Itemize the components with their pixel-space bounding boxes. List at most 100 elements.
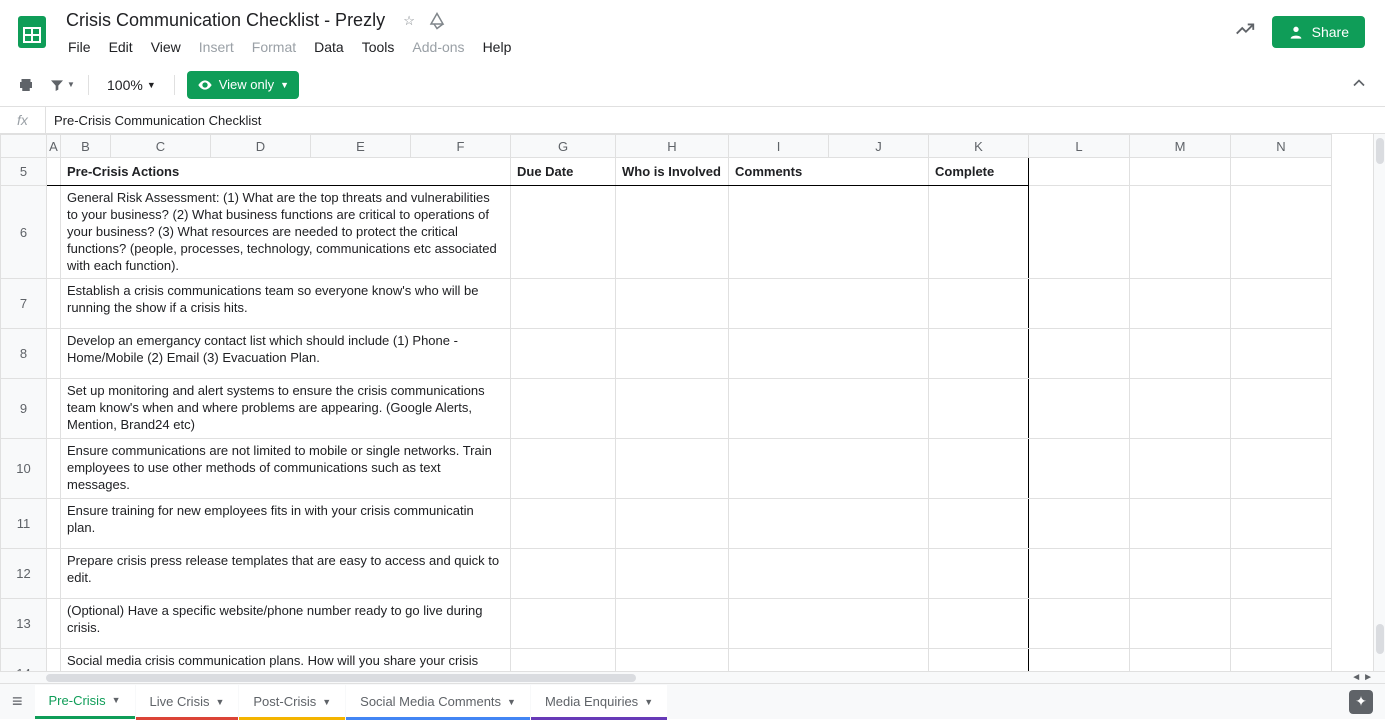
menu-insert[interactable]: Insert	[191, 35, 242, 59]
col-header-G[interactable]: G	[511, 135, 616, 158]
cell-comments[interactable]	[729, 598, 929, 648]
document-title[interactable]: Crisis Communication Checklist - Prezly	[60, 8, 391, 33]
cell-due-date[interactable]	[511, 186, 616, 279]
cell-action[interactable]: Establish a crisis communications team s…	[61, 279, 511, 329]
menu-file[interactable]: File	[60, 35, 99, 59]
filter-icon[interactable]: ▼	[48, 71, 76, 99]
vertical-scrollbar[interactable]	[1373, 134, 1385, 671]
cell-due-date[interactable]	[511, 548, 616, 598]
cell-complete[interactable]	[929, 186, 1029, 279]
header-comments[interactable]: Comments	[729, 158, 929, 186]
row-header[interactable]: 14	[1, 648, 47, 671]
select-all-corner[interactable]	[1, 135, 47, 158]
cell-comments[interactable]	[729, 279, 929, 329]
col-header-H[interactable]: H	[616, 135, 729, 158]
cell-complete[interactable]	[929, 598, 1029, 648]
cell-complete[interactable]	[929, 648, 1029, 671]
cell-action[interactable]: Ensure training for new employees fits i…	[61, 498, 511, 548]
row-header[interactable]: 13	[1, 598, 47, 648]
star-icon[interactable]: ☆	[399, 11, 419, 31]
cell-action[interactable]: Social media crisis communication plans.…	[61, 648, 511, 671]
row-header[interactable]: 9	[1, 379, 47, 439]
col-header-M[interactable]: M	[1130, 135, 1231, 158]
header-who[interactable]: Who is Involved	[616, 158, 729, 186]
col-header-F[interactable]: F	[411, 135, 511, 158]
cell-action[interactable]: Set up monitoring and alert systems to e…	[61, 379, 511, 439]
col-header-E[interactable]: E	[311, 135, 411, 158]
cell-action[interactable]: Ensure communications are not limited to…	[61, 439, 511, 499]
col-header-A[interactable]: A	[47, 135, 61, 158]
cell-action[interactable]: Develop an emergancy contact list which …	[61, 329, 511, 379]
header-due-date[interactable]: Due Date	[511, 158, 616, 186]
menu-tools[interactable]: Tools	[354, 35, 403, 59]
cell-comments[interactable]	[729, 498, 929, 548]
cell-who[interactable]	[616, 598, 729, 648]
cell-comments[interactable]	[729, 186, 929, 279]
cell-who[interactable]	[616, 379, 729, 439]
collapse-toolbar-icon[interactable]	[1345, 69, 1373, 100]
cell-who[interactable]	[616, 548, 729, 598]
cell-who[interactable]	[616, 279, 729, 329]
tab-media-enquiries[interactable]: Media Enquiries▼	[531, 685, 667, 719]
tab-pre-crisis[interactable]: Pre-Crisis▼	[35, 685, 135, 719]
zoom-dropdown[interactable]: 100% ▼	[101, 73, 162, 97]
cell-comments[interactable]	[729, 439, 929, 499]
cell-who[interactable]	[616, 329, 729, 379]
cell-due-date[interactable]	[511, 379, 616, 439]
header-complete[interactable]: Complete	[929, 158, 1029, 186]
cell-due-date[interactable]	[511, 279, 616, 329]
cell-who[interactable]	[616, 648, 729, 671]
row-header[interactable]: 11	[1, 498, 47, 548]
col-header-C[interactable]: C	[111, 135, 211, 158]
horizontal-scrollbar[interactable]: ◄►	[0, 671, 1385, 683]
cell-complete[interactable]	[929, 548, 1029, 598]
row-header[interactable]: 6	[1, 186, 47, 279]
explore-button[interactable]: ✦	[1349, 690, 1373, 714]
cell-who[interactable]	[616, 186, 729, 279]
col-header-B[interactable]: B	[61, 135, 111, 158]
cell-due-date[interactable]	[511, 648, 616, 671]
all-sheets-icon[interactable]: ≡	[12, 691, 23, 712]
row-header[interactable]: 8	[1, 329, 47, 379]
cell-complete[interactable]	[929, 379, 1029, 439]
col-header-D[interactable]: D	[211, 135, 311, 158]
row-header[interactable]: 5	[1, 158, 47, 186]
cell-comments[interactable]	[729, 648, 929, 671]
menu-data[interactable]: Data	[306, 35, 352, 59]
cell-complete[interactable]	[929, 279, 1029, 329]
cell-comments[interactable]	[729, 548, 929, 598]
menu-add-ons[interactable]: Add-ons	[404, 35, 472, 59]
menu-format[interactable]: Format	[244, 35, 304, 59]
cell-action[interactable]: General Risk Assessment: (1) What are th…	[61, 186, 511, 279]
row-header[interactable]: 12	[1, 548, 47, 598]
cell-complete[interactable]	[929, 329, 1029, 379]
cell-due-date[interactable]	[511, 329, 616, 379]
cell-who[interactable]	[616, 498, 729, 548]
cell-due-date[interactable]	[511, 498, 616, 548]
activity-icon[interactable]	[1234, 18, 1256, 46]
cell-action[interactable]: Prepare crisis press release templates t…	[61, 548, 511, 598]
cell-due-date[interactable]	[511, 598, 616, 648]
cell-action[interactable]: (Optional) Have a specific website/phone…	[61, 598, 511, 648]
cell-comments[interactable]	[729, 329, 929, 379]
col-header-I[interactable]: I	[729, 135, 829, 158]
col-header-J[interactable]: J	[829, 135, 929, 158]
formula-input[interactable]: Pre-Crisis Communication Checklist	[46, 113, 1385, 128]
view-only-button[interactable]: View only ▼	[187, 71, 299, 99]
tab-social-media-comments[interactable]: Social Media Comments▼	[346, 685, 530, 719]
cell-complete[interactable]	[929, 439, 1029, 499]
share-button[interactable]: Share	[1272, 16, 1365, 48]
menu-edit[interactable]: Edit	[101, 35, 141, 59]
cell-complete[interactable]	[929, 498, 1029, 548]
col-header-K[interactable]: K	[929, 135, 1029, 158]
col-header-N[interactable]: N	[1231, 135, 1332, 158]
row-header[interactable]: 10	[1, 439, 47, 499]
menu-view[interactable]: View	[143, 35, 189, 59]
cell-due-date[interactable]	[511, 439, 616, 499]
cell-comments[interactable]	[729, 379, 929, 439]
print-icon[interactable]	[12, 71, 40, 99]
tab-post-crisis[interactable]: Post-Crisis▼	[239, 685, 345, 719]
sheets-logo[interactable]	[12, 12, 52, 52]
cell-who[interactable]	[616, 439, 729, 499]
row-header[interactable]: 7	[1, 279, 47, 329]
